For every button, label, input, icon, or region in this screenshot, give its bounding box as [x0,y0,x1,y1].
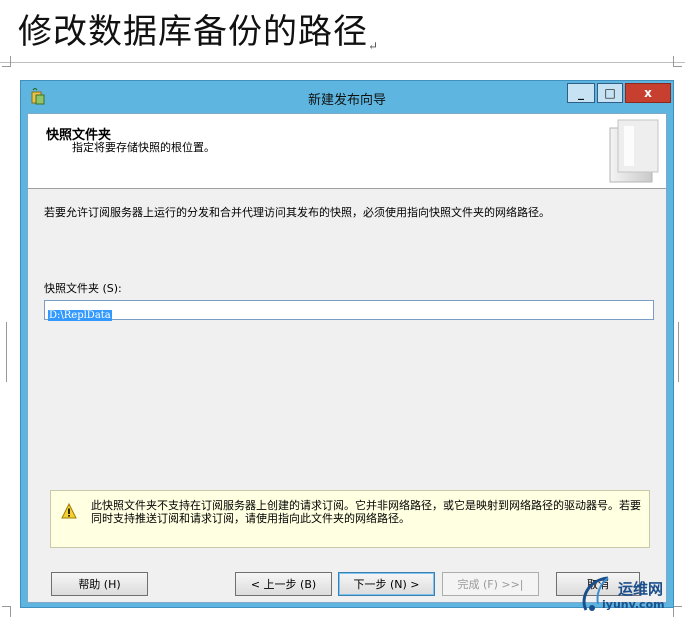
watermark-url: iyunv.com [602,598,665,611]
document-heading: 修改数据库备份的路径↵ [18,4,379,53]
wizard-header-panel: 快照文件夹 指定将要存储快照的根位置。 [28,114,666,189]
snapshot-folder-value: D:\ReplData [48,310,112,321]
minimize-button[interactable]: _ [567,83,595,103]
warning-icon [61,503,77,519]
next-button[interactable]: 下一步 (N) > [338,572,435,596]
document-page-rule [0,62,685,63]
maximize-button[interactable]: □ [597,83,623,103]
crop-mark-top-left [2,56,11,67]
back-button[interactable]: < 上一步 (B) [235,572,332,596]
wizard-banner-graphic-icon [609,119,659,183]
help-button[interactable]: 帮助 (H) [51,572,148,596]
crop-mark-bottom-left [2,606,11,617]
wizard-button-row: 帮助 (H) < 上一步 (B) 下一步 (N) > 完成 (F) >>| 取消 [28,572,666,602]
title-bar[interactable]: 新建发布向导 _ □ x [21,81,673,113]
new-publication-wizard-window: 新建发布向导 _ □ x 快照文件夹 指定将要存储快照的根位置。 若要允许订阅服… [20,80,674,608]
wizard-client-area: 快照文件夹 指定将要存储快照的根位置。 若要允许订阅服务器上运行的分发和合并代理… [27,113,667,603]
snapshot-folder-label: 快照文件夹 (S): [44,282,122,295]
page-subtitle: 指定将要存储快照的根位置。 [72,141,215,154]
snapshot-folder-input[interactable]: D:\ReplData [44,300,654,321]
warning-panel: 此快照文件夹不支持在订阅服务器上创建的请求订阅。它并非网络路径，或它是映射到网络… [50,490,650,548]
margin-mark-left [6,322,11,382]
document-heading-text: 修改数据库备份的路径 [18,12,368,52]
site-watermark: 运维网 iyunv.com [578,570,682,618]
margin-mark-right [674,322,679,382]
paragraph-mark: ↵ [368,39,380,53]
watermark-title: 运维网 [618,580,664,598]
snapshot-description: 若要允许订阅服务器上运行的分发和合并代理访问其发布的快照，必须使用指向快照文件夹… [44,206,550,219]
crop-mark-top-right [673,56,682,67]
close-button[interactable]: x [625,83,671,103]
warning-text: 此快照文件夹不支持在订阅服务器上创建的请求订阅。它并非网络路径，或它是映射到网络… [91,499,641,525]
finish-button[interactable]: 完成 (F) >>| [442,572,539,596]
